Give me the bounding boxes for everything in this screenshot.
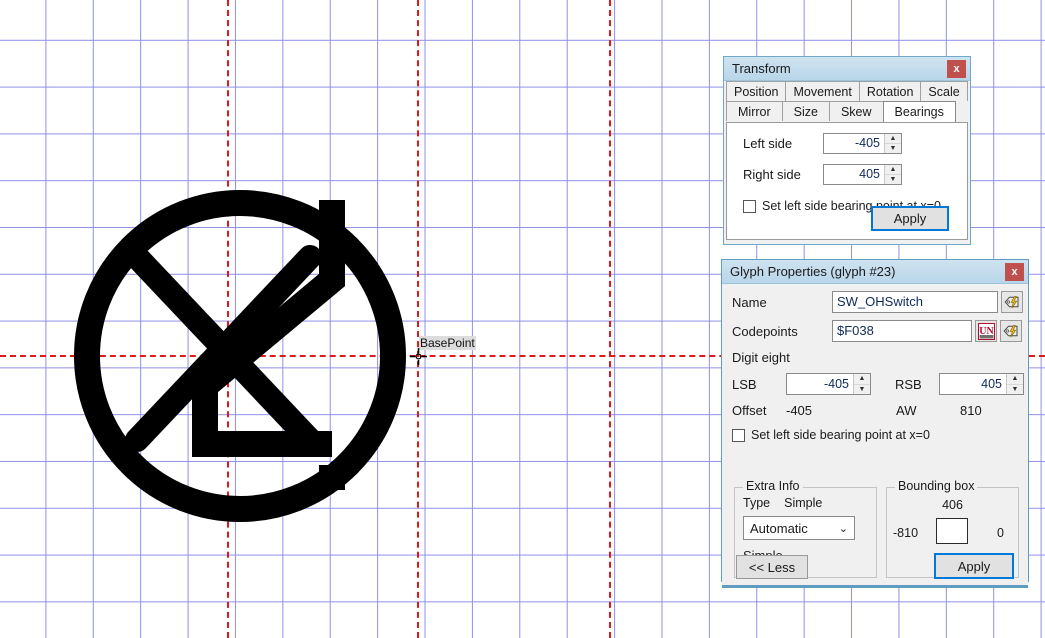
offset-value: -405 [786, 403, 813, 418]
spin-up-icon[interactable]: ▲ [854, 374, 870, 385]
extra-info-title: Extra Info [743, 479, 803, 493]
bounding-box-preview [936, 518, 968, 544]
aw-value: 810 [960, 403, 982, 418]
codepoints-label: Codepoints [732, 323, 798, 339]
basepoint-crosshair-icon [410, 348, 427, 365]
offset-aw-row: Offset -405 AW 810 [732, 403, 1028, 418]
lsb-stepper[interactable]: -405 ▲ ▼ [786, 373, 871, 395]
lsb-spin-arrows[interactable]: ▲ ▼ [853, 374, 870, 394]
extra-info-dropdown-value: Automatic [750, 520, 808, 536]
bounding-box-title: Bounding box [895, 479, 978, 493]
bounding-box-right-value: 0 [997, 526, 1004, 540]
spin-up-icon[interactable]: ▲ [1007, 374, 1023, 385]
left-side-label: Left side [743, 136, 793, 151]
codepoints-tag-lightning-icon[interactable] [1000, 320, 1022, 342]
left-side-stepper[interactable]: -405 ▲ ▼ [823, 133, 902, 154]
vertical-guide-basepoint [417, 0, 419, 638]
name-label: Name [732, 294, 767, 310]
unicode-logo-icon[interactable]: UN [975, 320, 997, 342]
glyph-properties-title: Glyph Properties (glyph #23) [730, 264, 896, 279]
chevron-down-icon[interactable]: ⌄ [839, 522, 848, 535]
right-side-input[interactable]: 405 [824, 165, 884, 184]
bounding-box-top-value: 406 [942, 498, 963, 512]
rsb-label: RSB [895, 376, 922, 392]
name-input[interactable]: SW_OHSwitch [832, 291, 998, 313]
tab-bearings[interactable]: Bearings [882, 101, 956, 122]
transform-body: Position Movement Rotation Scale Mirror … [724, 81, 970, 244]
application-window: BasePoint Transform x Position Movement … [0, 0, 1045, 638]
tab-mirror[interactable]: Mirror [726, 101, 783, 121]
tab-movement[interactable]: Movement [785, 81, 860, 101]
tab-position[interactable]: Position [726, 81, 787, 101]
extra-info-type-row: Type Simple [743, 496, 822, 510]
transform-title: Transform [732, 61, 791, 76]
transform-tabs-row2: Mirror Size Skew Bearings [724, 101, 970, 122]
codepoints-row: Codepoints $F038 UN [732, 320, 1028, 342]
bearings-tab-panel: Left side -405 ▲ ▼ Right side 405 ▲ ▼ Se… [726, 122, 968, 240]
bounding-box-left-value: -810 [893, 526, 919, 540]
extra-info-dropdown[interactable]: Automatic ⌄ [743, 516, 855, 540]
tab-scale[interactable]: Scale [920, 81, 968, 101]
lsb-rsb-row: LSB -405 ▲ ▼ RSB 405 ▲ ▼ [732, 373, 1028, 395]
spin-down-icon[interactable]: ▼ [1007, 385, 1023, 395]
tab-skew[interactable]: Skew [828, 101, 884, 121]
extra-info-type-label: Type [743, 496, 771, 510]
rsb-input[interactable]: 405 [940, 374, 1006, 394]
aw-label: AW [896, 403, 917, 418]
right-side-row: Right side 405 ▲ ▼ [743, 164, 967, 185]
spin-up-icon[interactable]: ▲ [885, 165, 901, 175]
glyph-lsb-checkbox-label: Set left side bearing point at x=0 [751, 428, 930, 442]
extra-info-type-value: Simple [784, 496, 823, 510]
transform-titlebar[interactable]: Transform x [724, 57, 970, 81]
transform-tabs-row1: Position Movement Rotation Scale [724, 81, 970, 101]
name-row: Name SW_OHSwitch [732, 291, 1028, 313]
left-side-input[interactable]: -405 [824, 134, 884, 153]
vertical-guide-right [609, 0, 611, 638]
glyph-lsb-checkbox-row[interactable]: Set left side bearing point at x=0 [732, 428, 1028, 442]
transform-lsb-checkbox[interactable] [743, 199, 756, 213]
left-side-spin-arrows[interactable]: ▲ ▼ [884, 134, 901, 153]
right-side-spin-arrows[interactable]: ▲ ▼ [884, 165, 901, 184]
transform-close-icon[interactable]: x [947, 60, 966, 78]
rsb-spin-arrows[interactable]: ▲ ▼ [1006, 374, 1023, 394]
right-side-stepper[interactable]: 405 ▲ ▼ [823, 164, 902, 185]
glyph-apply-button[interactable]: Apply [934, 553, 1014, 579]
transform-apply-button[interactable]: Apply [871, 206, 949, 231]
vertical-guide-left [227, 0, 229, 638]
transform-dialog: Transform x Position Movement Rotation S… [723, 56, 971, 245]
spin-up-icon[interactable]: ▲ [885, 134, 901, 144]
codepoints-input[interactable]: $F038 [832, 320, 972, 342]
lsb-label: LSB [732, 376, 757, 392]
basepoint-label: BasePoint [419, 336, 476, 350]
left-side-row: Left side -405 ▲ ▼ [743, 133, 967, 154]
glyph-properties-close-icon[interactable]: x [1005, 263, 1024, 281]
rsb-stepper[interactable]: 405 ▲ ▼ [939, 373, 1024, 395]
tab-size[interactable]: Size [781, 101, 830, 121]
glyph-properties-body: Name SW_OHSwitch Codepoints $F038 UN Dig… [722, 291, 1028, 588]
lsb-input[interactable]: -405 [787, 374, 853, 394]
glyph-lsb-checkbox[interactable] [732, 428, 745, 442]
glyph-properties-dialog: Glyph Properties (glyph #23) x Name SW_O… [721, 259, 1029, 588]
spin-down-icon[interactable]: ▼ [854, 385, 870, 395]
less-button[interactable]: << Less [736, 555, 808, 579]
dialog-footer-accent [722, 585, 1028, 588]
glyph-properties-titlebar[interactable]: Glyph Properties (glyph #23) x [722, 260, 1028, 284]
spin-down-icon[interactable]: ▼ [885, 144, 901, 153]
spin-down-icon[interactable]: ▼ [885, 175, 901, 184]
digit-eight-text: Digit eight [732, 350, 790, 365]
offset-label: Offset [732, 403, 767, 418]
tab-rotation[interactable]: Rotation [858, 81, 922, 101]
name-tag-lightning-icon[interactable] [1001, 291, 1023, 313]
right-side-label: Right side [743, 167, 801, 182]
